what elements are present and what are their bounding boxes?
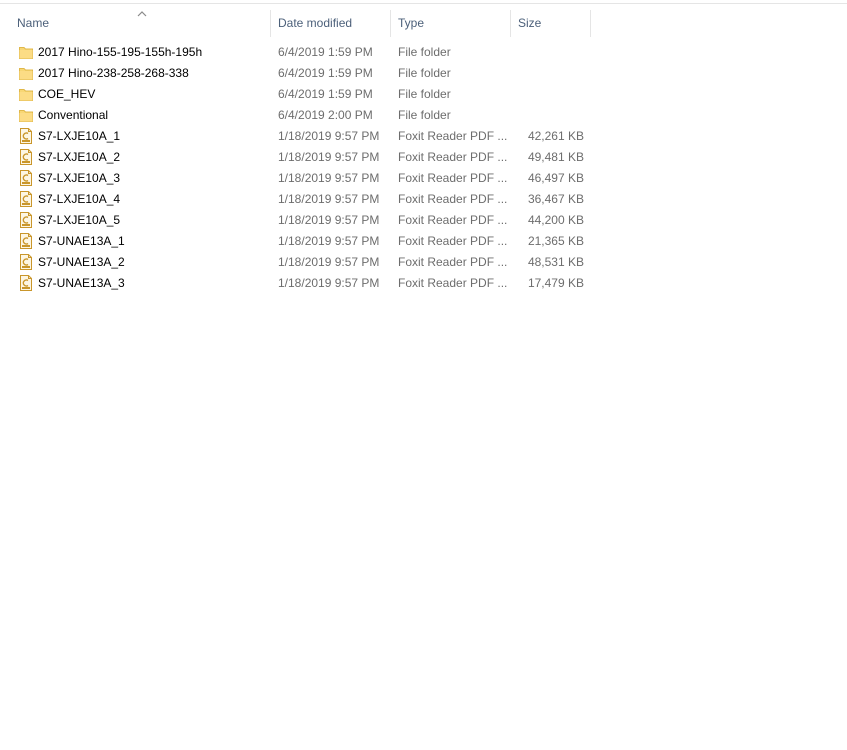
file-row[interactable]: S7-LXJE10A_5 1/18/2019 9:57 PM Foxit Reade… — [0, 210, 600, 231]
file-row[interactable]: 2017 Hino-238-258-268-338 6/4/2019 1:59 P… — [0, 63, 600, 84]
file-date-modified: 6/4/2019 1:59 PM — [278, 87, 373, 101]
file-size: 46,497 KB — [527, 171, 584, 185]
top-divider — [0, 3, 847, 4]
file-size: 44,200 KB — [527, 213, 584, 227]
file-type: File folder — [398, 108, 451, 122]
file-date-modified: 1/18/2019 9:57 PM — [278, 150, 380, 164]
file-size: 42,261 KB — [527, 129, 584, 143]
pdf-file-icon — [19, 191, 33, 207]
column-resize-handle[interactable] — [270, 10, 271, 37]
folder-icon — [19, 86, 33, 102]
file-date-modified: 1/18/2019 9:57 PM — [278, 192, 380, 206]
file-name: COE_HEV — [38, 87, 96, 101]
file-type: Foxit Reader PDF ... — [398, 276, 508, 290]
column-resize-handle[interactable] — [510, 10, 511, 37]
column-header-row: Name Date modified Type Size — [0, 10, 600, 37]
file-type: File folder — [398, 45, 451, 59]
column-header-type[interactable]: Type — [392, 10, 510, 37]
file-name: S7-LXJE10A_1 — [38, 129, 121, 143]
file-size: 48,531 KB — [527, 255, 584, 269]
pdf-file-icon — [19, 233, 33, 249]
file-date-modified: 6/4/2019 1:59 PM — [278, 66, 373, 80]
file-type: File folder — [398, 87, 451, 101]
file-name: 2017 Hino-238-258-268-338 — [38, 66, 189, 80]
file-size: 17,479 KB — [527, 276, 584, 290]
file-name: S7-UNAE13A_3 — [38, 276, 125, 290]
file-type: Foxit Reader PDF ... — [398, 171, 508, 185]
pdf-file-icon — [19, 212, 33, 228]
file-row[interactable]: S7-UNAE13A_1 1/18/2019 9:57 PM Foxit Reade… — [0, 231, 600, 252]
file-row[interactable]: S7-LXJE10A_2 1/18/2019 9:57 PM Foxit Reade… — [0, 147, 600, 168]
file-name: S7-LXJE10A_3 — [38, 171, 121, 185]
file-date-modified: 1/18/2019 9:57 PM — [278, 213, 380, 227]
pdf-file-icon — [19, 128, 33, 144]
file-type: Foxit Reader PDF ... — [398, 234, 508, 248]
file-name: S7-LXJE10A_5 — [38, 213, 121, 227]
file-size — [512, 105, 584, 126]
file-row[interactable]: S7-UNAE13A_2 1/18/2019 9:57 PM Foxit Reade… — [0, 252, 600, 273]
file-row[interactable]: COE_HEV 6/4/2019 1:59 PM File folder — [0, 84, 600, 105]
column-header-size[interactable]: Size — [512, 10, 590, 37]
file-type: Foxit Reader PDF ... — [398, 255, 508, 269]
file-row[interactable]: 2017 Hino-155-195-155h-195h 6/4/2019 1:59… — [0, 42, 600, 63]
file-date-modified: 1/18/2019 9:57 PM — [278, 276, 380, 290]
file-date-modified: 6/4/2019 1:59 PM — [278, 45, 373, 59]
column-header-date-modified[interactable]: Date modified — [272, 10, 390, 37]
file-date-modified: 1/18/2019 9:57 PM — [278, 129, 380, 143]
pdf-file-icon — [19, 149, 33, 165]
file-date-modified: 6/4/2019 2:00 PM — [278, 108, 373, 122]
file-date-modified: 1/18/2019 9:57 PM — [278, 255, 380, 269]
file-name: Conventional — [38, 108, 109, 122]
file-size: 49,481 KB — [527, 150, 584, 164]
file-name: S7-UNAE13A_2 — [38, 255, 125, 269]
file-size: 21,365 KB — [527, 234, 584, 248]
file-size — [512, 63, 584, 84]
file-row[interactable]: S7-LXJE10A_3 1/18/2019 9:57 PM Foxit Reade… — [0, 168, 600, 189]
file-date-modified: 1/18/2019 9:57 PM — [278, 171, 380, 185]
file-type: File folder — [398, 66, 451, 80]
file-size: 36,467 KB — [527, 192, 584, 206]
column-header-name[interactable]: Name — [11, 10, 270, 37]
file-type: Foxit Reader PDF ... — [398, 150, 508, 164]
column-resize-handle[interactable] — [590, 10, 591, 37]
file-type: Foxit Reader PDF ... — [398, 192, 508, 206]
pdf-file-icon — [19, 275, 33, 291]
column-resize-handle[interactable] — [390, 10, 391, 37]
file-row[interactable]: S7-UNAE13A_3 1/18/2019 9:57 PM Foxit Reade… — [0, 273, 600, 294]
file-type: Foxit Reader PDF ... — [398, 129, 508, 143]
file-name: S7-LXJE10A_2 — [38, 150, 121, 164]
folder-icon — [19, 107, 33, 123]
pdf-file-icon — [19, 254, 33, 270]
file-row[interactable]: S7-LXJE10A_1 1/18/2019 9:57 PM Foxit Reade… — [0, 126, 600, 147]
file-date-modified: 1/18/2019 9:57 PM — [278, 234, 380, 248]
folder-icon — [19, 65, 33, 81]
folder-icon — [19, 44, 33, 60]
file-type: Foxit Reader PDF ... — [398, 213, 508, 227]
file-name: S7-UNAE13A_1 — [38, 234, 125, 248]
pdf-file-icon — [19, 170, 33, 186]
file-size — [512, 84, 584, 105]
file-row[interactable]: Conventional 6/4/2019 2:00 PM File folder — [0, 105, 600, 126]
file-name: 2017 Hino-155-195-155h-195h — [38, 45, 203, 59]
file-size — [512, 42, 584, 63]
file-row[interactable]: S7-LXJE10A_4 1/18/2019 9:57 PM Foxit Reade… — [0, 189, 600, 210]
file-list: 2017 Hino-155-195-155h-195h 6/4/2019 1:59… — [0, 42, 600, 294]
file-name: S7-LXJE10A_4 — [38, 192, 121, 206]
